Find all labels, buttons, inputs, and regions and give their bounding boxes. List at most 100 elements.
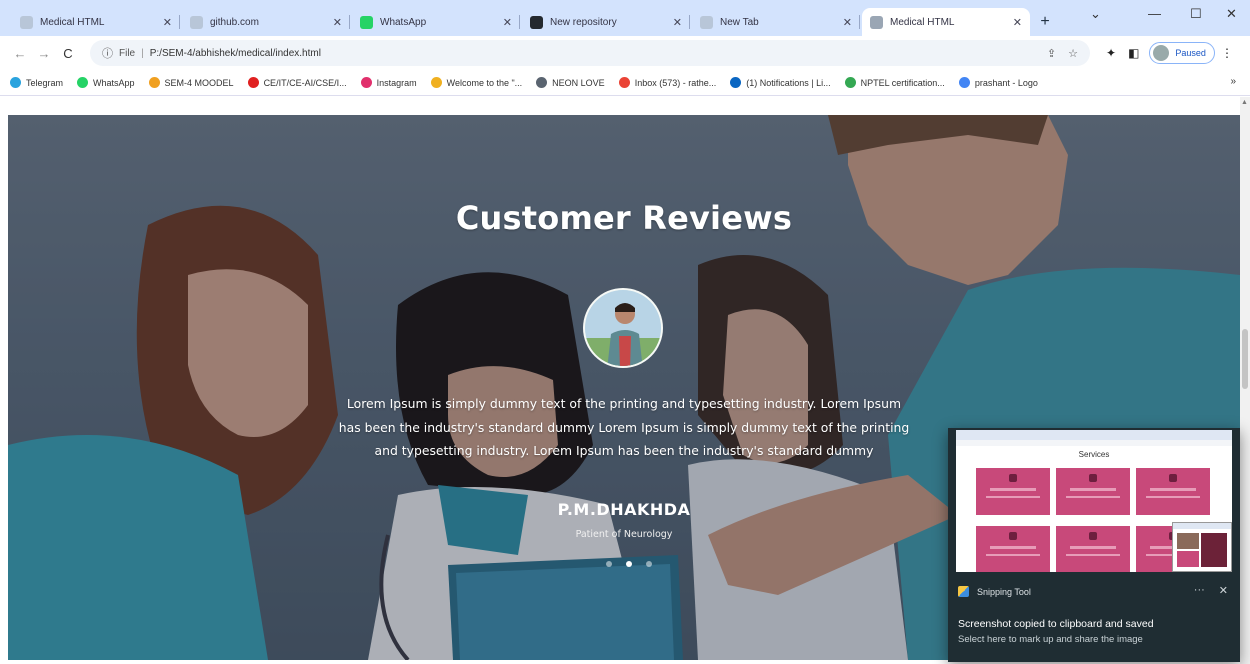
carousel-indicators <box>599 561 659 567</box>
scroll-up-icon[interactable]: ▲ <box>1241 99 1248 106</box>
toast-message: Screenshot copied to clipboard and saved <box>958 618 1154 630</box>
tab-title: github.com <box>210 16 259 28</box>
tab-close-icon[interactable]: ✕ <box>503 16 512 29</box>
toast-close-icon[interactable]: ✕ <box>1219 584 1228 597</box>
preview-services-title: Services <box>1078 450 1110 459</box>
tab-close-icon[interactable]: ✕ <box>1013 16 1022 29</box>
bookmark-item[interactable]: WhatsApp <box>77 77 135 88</box>
bookmark-favicon-icon <box>148 77 160 88</box>
bookmark-item[interactable]: (1) Notifications | Li... <box>730 77 831 88</box>
carousel-dot[interactable] <box>606 561 612 567</box>
browser-tab[interactable]: New repository ✕ <box>522 8 690 36</box>
snipping-tool-notification[interactable]: Services Snipping Tool ··· ✕ Screenshot … <box>948 428 1240 662</box>
tab-title: Medical HTML <box>890 16 955 28</box>
preview-service-card <box>1136 468 1210 515</box>
browser-tab[interactable]: New Tab ✕ <box>692 8 860 36</box>
bookmark-item[interactable]: SEM-4 MOODEL <box>148 77 234 88</box>
tab-close-icon[interactable]: ✕ <box>843 16 852 29</box>
bookmarks-overflow-icon[interactable]: » <box>1230 76 1236 87</box>
bookmark-favicon-icon <box>77 77 89 88</box>
preview-service-card <box>1056 468 1130 515</box>
reload-button[interactable]: C <box>58 46 78 61</box>
carousel-dot[interactable] <box>646 561 652 567</box>
bookmark-item[interactable]: CE/IT/CE-AI/CSE/I... <box>247 77 347 88</box>
bookmark-item[interactable]: Telegram <box>10 77 63 88</box>
bookmark-item[interactable]: NPTEL certification... <box>844 77 945 88</box>
bookmark-favicon-icon <box>430 77 442 88</box>
address-scheme-label: File <box>119 47 136 59</box>
address-bar[interactable]: ⓘ File | P:/SEM-4/abhishek/medical/index… <box>90 40 1090 66</box>
browser-tab-strip: Medical HTML ✕ github.com ✕ WhatsApp ✕ N… <box>0 0 1250 36</box>
toast-controls: ··· ✕ <box>1180 584 1228 597</box>
toast-header: Snipping Tool <box>958 586 1031 597</box>
tab-title: New repository <box>550 16 617 28</box>
bookmark-item[interactable]: NEON LOVE <box>536 77 605 88</box>
close-window-button[interactable]: ✕ <box>1226 6 1237 22</box>
bookmark-star-icon[interactable]: ☆ <box>1068 47 1078 60</box>
preview-service-card <box>976 468 1050 515</box>
bookmark-favicon-icon <box>10 77 21 88</box>
page-scrollbar[interactable]: ▲ <box>1240 97 1250 664</box>
preview-nested-thumbnail <box>1172 522 1232 572</box>
tab-title: WhatsApp <box>380 16 427 28</box>
browser-tab-active[interactable]: Medical HTML ✕ <box>862 8 1030 36</box>
extensions-icon[interactable]: ✦ <box>1106 46 1116 60</box>
browser-toolbar: ← → C ⓘ File | P:/SEM-4/abhishek/medical… <box>0 36 1250 70</box>
bookmark-favicon-icon <box>730 77 742 88</box>
forward-button[interactable]: → <box>34 46 54 61</box>
tab-favicon-icon <box>870 15 883 29</box>
scrollbar-thumb[interactable] <box>1242 329 1248 389</box>
carousel-dot[interactable] <box>626 561 632 567</box>
tab-close-icon[interactable]: ✕ <box>163 16 172 29</box>
profile-button[interactable]: Paused <box>1149 42 1215 64</box>
bookmark-item[interactable]: prashant - Logo <box>958 77 1038 88</box>
bookmark-favicon-icon <box>247 77 259 88</box>
tab-favicon-icon <box>700 15 713 29</box>
bookmarks-bar: Telegram WhatsApp SEM-4 MOODEL CE/IT/CE-… <box>0 70 1250 96</box>
snipping-tool-icon <box>958 586 969 597</box>
bookmark-favicon-icon <box>360 77 372 88</box>
tab-favicon-icon <box>190 15 203 29</box>
browser-tab[interactable]: github.com ✕ <box>182 8 350 36</box>
address-separator: | <box>141 47 144 59</box>
bookmark-favicon-icon <box>618 77 630 88</box>
review-quote: Lorem Ipsum is simply dummy text of the … <box>338 396 910 458</box>
bookmark-favicon-icon <box>958 77 970 88</box>
tab-title: New Tab <box>720 16 759 28</box>
tab-close-icon[interactable]: ✕ <box>673 16 682 29</box>
browser-menu-icon[interactable]: ⋮ <box>1221 46 1233 60</box>
profile-avatar <box>1153 45 1170 61</box>
minimize-button[interactable]: — <box>1148 6 1161 21</box>
bookmark-favicon-icon <box>536 77 548 88</box>
profile-status-label: Paused <box>1175 48 1206 58</box>
new-tab-button[interactable]: + <box>1032 8 1058 36</box>
preview-service-card <box>976 526 1050 572</box>
tab-favicon-icon <box>360 15 373 29</box>
preview-service-card <box>1056 526 1130 572</box>
address-url[interactable]: P:/SEM-4/abhishek/medical/index.html <box>150 48 321 59</box>
share-icon[interactable]: ⇪ <box>1047 47 1056 60</box>
tab-favicon-icon <box>20 15 33 29</box>
bookmark-item[interactable]: Instagram <box>360 77 417 88</box>
tab-title: Medical HTML <box>40 16 105 28</box>
bookmark-item[interactable]: Inbox (573) - rathe... <box>618 77 716 88</box>
maximize-button[interactable]: ☐ <box>1190 6 1202 22</box>
preview-bookmarks-bar <box>956 440 1232 446</box>
back-button[interactable]: ← <box>10 46 30 61</box>
bookmark-favicon-icon <box>844 77 856 88</box>
browser-tab[interactable]: WhatsApp ✕ <box>352 8 520 36</box>
reviewer-avatar <box>583 288 663 368</box>
tab-favicon-icon <box>530 15 543 29</box>
toast-app-name: Snipping Tool <box>977 586 1031 597</box>
screenshot-preview[interactable]: Services <box>956 430 1232 572</box>
side-panel-icon[interactable]: ◧ <box>1128 46 1139 60</box>
tab-close-icon[interactable]: ✕ <box>333 16 342 29</box>
bookmark-item[interactable]: Welcome to the "... <box>430 77 522 88</box>
toast-more-icon[interactable]: ··· <box>1194 584 1205 597</box>
section-title: Customer Reviews <box>455 199 793 237</box>
toast-sub-message: Select here to mark up and share the ima… <box>958 634 1143 645</box>
site-info-icon[interactable]: ⓘ <box>102 45 113 61</box>
browser-tab[interactable]: Medical HTML ✕ <box>12 8 180 36</box>
tab-search-dropdown-icon[interactable]: ⌄ <box>1090 6 1101 22</box>
preview-browser-bar <box>956 430 1232 440</box>
